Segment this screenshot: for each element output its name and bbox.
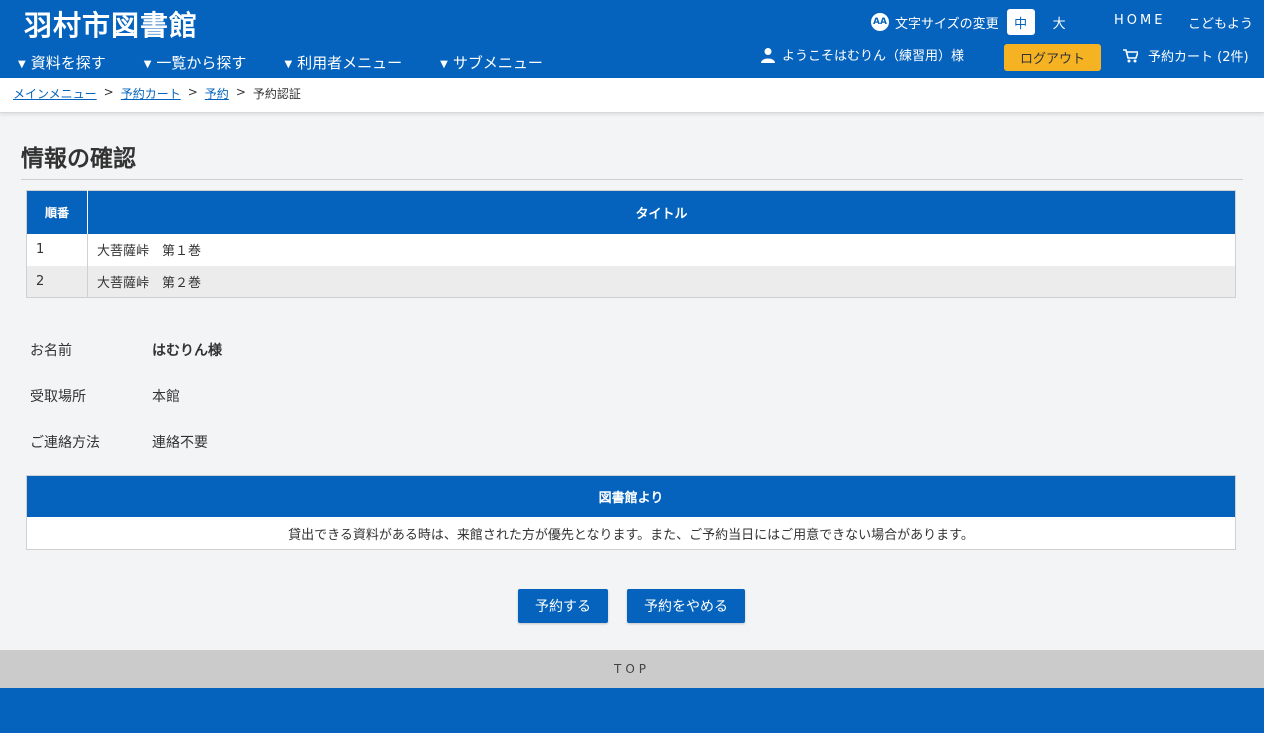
font-size-label: 文字サイズの変更 <box>895 16 999 32</box>
info-label: ご連絡方法 <box>30 435 100 451</box>
breadcrumb-reservation-cart[interactable]: 予約カート <box>121 85 181 102</box>
caret-down-icon: ▼ <box>284 59 293 70</box>
info-label: 受取場所 <box>30 389 86 405</box>
breadcrumb-current: 予約認証 <box>252 87 301 101</box>
nav-label: 資料を探す <box>30 54 106 72</box>
title-divider <box>21 179 1243 180</box>
table-header-row: 順番 タイトル <box>26 190 1236 234</box>
caret-down-icon: ▼ <box>18 59 26 70</box>
breadcrumb-main-menu[interactable]: メインメニュー <box>13 85 97 102</box>
caret-down-icon: ▼ <box>143 59 152 70</box>
site-footer <box>0 688 1264 733</box>
notice-body: 貸出できる資料がある時は、来館された方が優先となります。また、ご予約当日にはご用… <box>288 527 974 543</box>
site-header: 羽村市図書館 ▼ 資料を探す ▼ 一覧から探す ▼ 利用者メニュー ▼ サブメニ… <box>0 0 1264 78</box>
row-order: 1 <box>26 233 88 266</box>
logout-button[interactable]: ログアウト <box>1004 44 1101 71</box>
site-title[interactable]: 羽村市図書館 <box>24 4 198 44</box>
column-header-title: タイトル <box>87 190 1236 234</box>
breadcrumb-separator: > <box>187 85 198 99</box>
font-size-large-button[interactable]: 大 <box>1053 13 1066 32</box>
column-header-order: 順番 <box>26 190 88 234</box>
nav-browse-lists[interactable]: ▼ 一覧から探す <box>144 52 247 73</box>
row-title: 大菩薩峠 第１巻 <box>87 233 1236 266</box>
reservation-cart-link[interactable]: 予約カート (2件) <box>1123 46 1249 65</box>
info-name-row: お名前 はむりん様 <box>30 340 222 360</box>
table-row: 2 大菩薩峠 第２巻 <box>26 265 1236 298</box>
nav-user-menu[interactable]: ▼ 利用者メニュー <box>284 52 402 73</box>
row-title: 大菩薩峠 第２巻 <box>87 265 1236 298</box>
notice-heading: 図書館より <box>27 476 1235 517</box>
cart-icon <box>1123 48 1138 62</box>
breadcrumb-separator: > <box>235 85 246 99</box>
info-contact-row: ご連絡方法 連絡不要 <box>30 432 208 452</box>
home-link[interactable]: HOME <box>1114 13 1165 28</box>
user-welcome: ようこそはむりん（練習用）様 <box>760 45 964 64</box>
row-order: 2 <box>26 265 88 298</box>
breadcrumb-reservation[interactable]: 予約 <box>205 85 229 102</box>
font-size-medium-button[interactable]: 中 <box>1006 9 1035 35</box>
info-value: はむりん様 <box>152 343 222 359</box>
breadcrumb: メインメニュー > 予約カート > 予約 > 予約認証 <box>13 85 301 102</box>
kids-link[interactable]: こどもよう <box>1188 13 1253 32</box>
nav-search-materials[interactable]: ▼ 資料を探す <box>18 52 106 73</box>
table-row: 1 大菩薩峠 第１巻 <box>26 233 1236 266</box>
nav-label: サブメニュー <box>452 54 543 72</box>
nav-label: 一覧から探す <box>156 54 247 72</box>
user-icon <box>761 47 775 63</box>
font-size-icon: AA <box>871 13 889 31</box>
info-value: 本館 <box>152 389 180 405</box>
info-pickup-row: 受取場所 本館 <box>30 386 180 406</box>
info-value: 連絡不要 <box>152 435 208 451</box>
breadcrumb-bar: メインメニュー > 予約カート > 予約 > 予約認証 <box>0 78 1264 113</box>
caret-down-icon: ▼ <box>440 59 448 70</box>
font-size-control: AA 文字サイズの変更 中 大 <box>871 9 1066 35</box>
breadcrumb-separator: > <box>103 85 114 99</box>
reserve-button[interactable]: 予約する <box>518 589 608 623</box>
main-nav: ▼ 資料を探す ▼ 一覧から探す ▼ 利用者メニュー ▼ サブメニュー <box>18 52 543 73</box>
info-label: お名前 <box>30 343 72 359</box>
reservation-items-table: 順番 タイトル 1 大菩薩峠 第１巻 2 大菩薩峠 第２巻 <box>26 190 1236 298</box>
nav-label: 利用者メニュー <box>297 54 403 72</box>
nav-sub-menu[interactable]: ▼ サブメニュー <box>440 52 543 73</box>
page-title: 情報の確認 <box>21 146 136 172</box>
cart-label: 予約カート (2件) <box>1148 50 1249 65</box>
cancel-reservation-button[interactable]: 予約をやめる <box>627 589 745 623</box>
back-to-top-link[interactable]: TOP <box>0 650 1264 688</box>
welcome-text: ようこそはむりん（練習用）様 <box>782 49 965 64</box>
library-notice: 図書館より 貸出できる資料がある時は、来館された方が優先となります。また、ご予約… <box>26 475 1236 550</box>
